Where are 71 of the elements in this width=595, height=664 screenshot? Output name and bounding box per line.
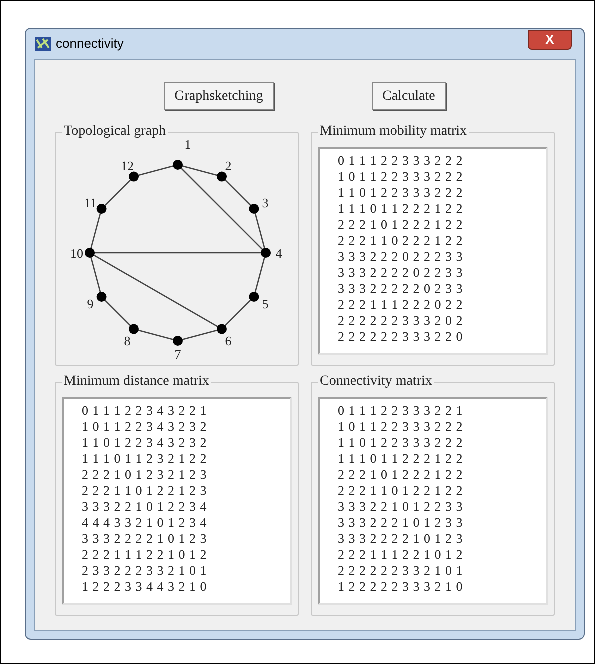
node-label: 6 <box>225 333 232 348</box>
matrix-row-text: 3 3 3 2 2 2 2 2 0 2 3 3 <box>338 281 464 297</box>
graph-node <box>173 160 183 170</box>
matrix-row-text: 3 3 3 2 2 2 0 2 2 2 3 3 <box>338 249 464 265</box>
graph-node <box>261 248 271 258</box>
matrix-row-text: 1 0 1 1 2 2 3 3 3 2 2 2 <box>338 419 464 435</box>
graph-node <box>96 292 107 302</box>
matrix-row-text: 0 1 1 1 2 2 3 3 3 2 2 2 <box>338 153 464 169</box>
matrix-row-text: 2 2 2 2 2 2 3 3 3 2 0 2 <box>338 313 464 329</box>
matrix-row-text: 3 3 3 2 2 2 1 0 1 2 3 3 <box>338 515 464 531</box>
matrix-row-text: 2 2 2 1 1 1 2 2 1 0 1 2 <box>82 547 208 563</box>
matrix-row-text: 1 1 0 1 2 2 3 3 3 2 2 2 <box>338 185 464 201</box>
node-label: 7 <box>174 347 182 362</box>
node-label: 11 <box>84 196 97 210</box>
matrix-field[interactable] <box>318 147 548 355</box>
matrix-row-text: 2 3 3 2 2 2 3 3 2 1 0 1 <box>82 563 208 579</box>
matrix-row-text: 2 2 2 1 1 0 2 2 2 1 2 2 <box>338 233 464 249</box>
node-label: 2 <box>225 158 232 174</box>
matrix-row-text: 2 2 2 1 1 0 1 2 2 1 2 3 <box>82 483 208 499</box>
matrix-row-text: 3 3 3 2 2 2 2 1 0 1 2 3 <box>82 531 208 547</box>
action-button[interactable]: Graphsketching <box>164 82 274 110</box>
matrix-row-text: 0 1 1 1 2 2 3 4 3 2 2 1 <box>82 403 208 419</box>
matrix-row-text: 2 2 2 1 1 1 2 2 1 0 1 2 <box>338 547 464 563</box>
graph-node <box>129 324 139 334</box>
graph-node <box>173 336 183 346</box>
matrix-row-text: 2 2 2 2 2 2 3 3 2 1 0 1 <box>338 563 464 579</box>
node-label: 1 <box>184 139 192 152</box>
window-title: connectivity <box>56 35 124 54</box>
matrix-row-text: 0 1 1 1 2 2 3 3 3 2 2 1 <box>338 403 464 419</box>
matrix-row-text: 1 2 2 2 2 2 3 3 3 2 1 0 <box>338 579 464 595</box>
graph-node <box>129 172 139 182</box>
node-label: 12 <box>121 158 134 174</box>
matrix-row-text: 2 2 2 1 1 1 2 2 2 0 2 2 <box>338 297 464 313</box>
node-label: 3 <box>262 196 269 210</box>
action-button[interactable]: Calculate <box>372 82 446 110</box>
node-label: 8 <box>124 333 131 348</box>
matrix-row-text: 1 1 1 0 1 1 2 2 2 1 2 2 <box>338 451 464 467</box>
matrix-row-text: 2 2 2 1 0 1 2 2 2 1 2 2 <box>338 467 464 483</box>
graph-node <box>85 248 95 258</box>
group-title: Minimum mobility matrix <box>318 123 469 141</box>
node-label: 5 <box>262 296 269 312</box>
matrix-field[interactable] <box>318 397 548 605</box>
matrix-row-text: 4 4 4 3 3 2 1 0 1 2 3 4 <box>82 515 208 531</box>
matrix-row-text: 3 3 3 2 2 1 0 1 2 2 3 3 <box>338 499 464 515</box>
graph-node <box>217 324 227 334</box>
matrix-row-text: 1 2 2 2 3 3 4 4 3 2 1 0 <box>82 579 208 595</box>
node-label: 9 <box>87 296 94 312</box>
matrix-field[interactable] <box>62 397 292 605</box>
matrix-row-text: 2 2 2 1 1 0 1 2 2 1 2 2 <box>338 483 464 499</box>
matrix-row-text: 1 1 1 0 1 1 2 3 2 1 2 2 <box>82 451 208 467</box>
matrix-row-text: 3 3 3 2 2 1 0 1 2 2 3 4 <box>82 499 208 515</box>
close-button[interactable]: X <box>528 30 572 50</box>
matrix-row-text: 2 2 2 1 0 1 2 2 2 1 2 2 <box>338 217 464 233</box>
node-label: 4 <box>276 246 282 261</box>
matrix-row-text: 2 2 2 1 0 1 2 3 2 1 2 3 <box>82 467 208 483</box>
matrix-row-text: 3 3 3 2 2 2 2 1 0 1 2 3 <box>338 531 464 547</box>
matrix-row-text: 1 1 0 1 2 2 3 4 3 2 3 2 <box>82 435 208 451</box>
graph-node <box>249 204 260 214</box>
matrix-row-text: 1 1 0 1 2 2 3 3 3 2 2 2 <box>338 435 464 451</box>
node-label: 10 <box>70 246 84 261</box>
matrix-row-text: 1 1 1 0 1 1 2 2 2 1 2 2 <box>338 201 464 217</box>
graph-node <box>96 204 107 214</box>
graph-node <box>249 292 260 302</box>
group-title: Connectivity matrix <box>318 373 434 391</box>
matrix-row-text: 3 3 3 2 2 2 2 0 2 2 3 3 <box>338 265 464 281</box>
matrix-row-text: 2 2 2 2 2 2 3 3 3 2 2 0 <box>338 329 464 345</box>
app-icon <box>34 36 52 52</box>
graph-node <box>217 172 227 182</box>
group-title: Topological graph <box>62 123 168 141</box>
matrix-row-text: 1 0 1 1 2 2 3 4 3 2 3 2 <box>82 419 208 435</box>
matrix-row-text: 1 0 1 1 2 2 3 3 3 2 2 2 <box>338 169 464 185</box>
